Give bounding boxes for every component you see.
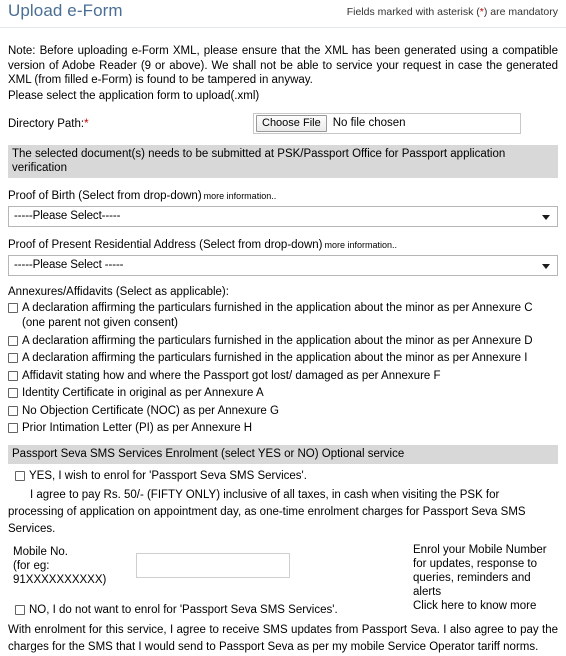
checkbox-annexure-f[interactable]: [8, 370, 18, 381]
checkbox-sms-no[interactable]: [15, 604, 25, 615]
annexure-c-label: A declaration affirming the particulars …: [22, 301, 533, 330]
checkbox-annexure-h[interactable]: [8, 423, 18, 433]
document-verification-bar: The selected document(s) needs to be sub…: [8, 144, 558, 178]
directory-path-required-asterisk: *: [84, 117, 89, 130]
mobile-help-line-1: Enrol your Mobile Number: [413, 543, 547, 556]
sms-footer-text: With enrolment for this service, I agree…: [8, 623, 558, 653]
mobile-number-label: Mobile No. (for eg: 91XXXXXXXXXX): [13, 545, 106, 587]
annexure-i-label: A declaration affirming the particulars …: [22, 352, 528, 364]
mobile-help-line-2: for updates, response to: [413, 557, 538, 570]
checkbox-annexure-i[interactable]: [8, 353, 18, 363]
sms-yes-row[interactable]: YES, I wish to enrol for 'Passport Seva …: [8, 469, 558, 484]
checkbox-annexure-c[interactable]: [8, 302, 18, 313]
annexure-checkbox-row[interactable]: No Objection Certificate (NOC) as per An…: [8, 404, 558, 420]
checkbox-annexure-d[interactable]: [8, 335, 18, 346]
sms-no-row[interactable]: NO, I do not want to enrol for 'Passport…: [8, 603, 558, 618]
mobile-label-line-3: 91XXXXXXXXXX): [13, 573, 107, 586]
checkbox-sms-yes[interactable]: [15, 470, 25, 481]
proof-of-birth-selected-value: -----Please Select-----: [14, 209, 121, 222]
annexure-checkbox-row[interactable]: Affidavit stating how and where the Pass…: [8, 369, 558, 385]
file-chosen-status: No file chosen: [332, 117, 406, 129]
proof-of-address-selected-value: -----Please Select -----: [14, 258, 124, 271]
annexure-checkbox-row[interactable]: A declaration affirming the particulars …: [8, 351, 558, 367]
annexures-heading: Annexures/Affidavits (Select as applicab…: [8, 285, 229, 298]
upload-eform-page: Upload e-Form Fields marked with asteris…: [0, 0, 566, 653]
upload-note-paragraph: Note: Before uploading e-Form XML, pleas…: [8, 45, 558, 86]
sms-yes-label: YES, I wish to enrol for 'Passport Seva …: [29, 469, 307, 482]
mobile-label-line-1: Mobile No.: [13, 545, 68, 558]
proof-of-birth-select[interactable]: -----Please Select-----: [8, 205, 558, 227]
proof-of-address-group: Proof of Present Residential Address (Se…: [8, 239, 558, 276]
annexure-f-label: Affidavit stating how and where the Pass…: [22, 369, 441, 382]
checkbox-annexure-g[interactable]: [8, 405, 18, 416]
proof-of-address-label: Proof of Present Residential Address (Se…: [8, 239, 558, 252]
annexure-h-label: Prior Intimation Letter (PI) as per Anne…: [22, 422, 253, 434]
mobile-label-line-2: (for eg:: [13, 559, 50, 572]
sms-no-label: NO, I do not want to enrol for 'Passport…: [29, 603, 338, 616]
sms-agreement-text: I agree to pay Rs. 50/- (FIFTY ONLY) inc…: [8, 488, 526, 535]
mandatory-note-prefix: Fields marked with asterisk (: [346, 6, 480, 18]
proof-of-birth-more-info-link[interactable]: more information..: [204, 191, 277, 201]
proof-of-birth-label-text: Proof of Birth (Select from drop-down): [8, 189, 202, 202]
annexure-g-label: No Objection Certificate (NOC) as per An…: [22, 404, 279, 417]
annexure-d-label: A declaration affirming the particulars …: [22, 334, 533, 347]
checkbox-annexure-a[interactable]: [8, 388, 18, 398]
proof-of-address-label-text: Proof of Present Residential Address (Se…: [8, 238, 323, 251]
form-content: Note: Before uploading e-Form XML, pleas…: [0, 44, 566, 656]
page-header: Upload e-Form Fields marked with asteris…: [0, 0, 566, 28]
proof-of-birth-label: Proof of Birth (Select from drop-down) mo…: [8, 190, 558, 203]
annexure-checkbox-row[interactable]: Identity Certificate in original as per …: [8, 386, 558, 402]
annexure-checkbox-row[interactable]: Prior Intimation Letter (PI) as per Anne…: [8, 421, 558, 437]
mobile-number-input[interactable]: [136, 552, 290, 578]
proof-of-address-select[interactable]: -----Please Select -----: [8, 254, 558, 276]
directory-path-row: Directory Path:* Choose File No file cho…: [8, 112, 558, 137]
annexure-checkbox-row[interactable]: A declaration affirming the particulars …: [8, 334, 558, 350]
mandatory-note-suffix: ) are mandatory: [483, 6, 558, 18]
sms-enrolment-bar: Passport Seva SMS Services Enrolment (se…: [8, 444, 558, 464]
annexure-checkbox-row[interactable]: A declaration affirming the particulars …: [8, 301, 558, 332]
choose-file-button[interactable]: Choose File: [256, 114, 327, 132]
proof-of-birth-group: Proof of Birth (Select from drop-down) mo…: [8, 190, 558, 227]
proof-of-address-more-info-link[interactable]: more information..: [324, 240, 397, 250]
mobile-help-line-3: queries, reminders and alerts: [413, 571, 531, 598]
upload-instruction: Please select the application form to up…: [8, 89, 260, 102]
directory-path-label: Directory Path:*: [8, 118, 89, 130]
annexure-a-label: Identity Certificate in original as per …: [22, 387, 264, 399]
mandatory-fields-note: Fields marked with asterisk (*) are mand…: [347, 6, 558, 18]
directory-path-file-input[interactable]: Choose File No file chosen: [253, 112, 521, 134]
page-title: Upload e-Form: [8, 1, 123, 20]
chevron-down-icon: [542, 263, 550, 269]
directory-path-label-text: Directory Path:: [8, 117, 85, 130]
chevron-down-icon: [542, 214, 550, 220]
annexures-list: A declaration affirming the particulars …: [8, 301, 558, 437]
